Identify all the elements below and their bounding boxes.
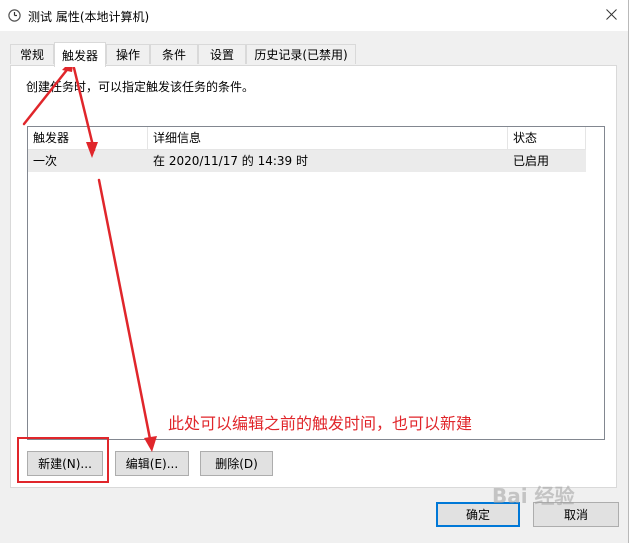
cell-status: 已启用 [513,154,550,168]
column-header-trigger[interactable]: 触发器 [28,127,148,149]
trigger-list[interactable]: 触发器 详细信息 状态 一次 在 2020/11/17 的 14:39 时 已启… [27,126,605,440]
annotation-text: 此处可以编辑之前的触发时间，也可以新建 [168,414,473,433]
column-header-status[interactable]: 状态 [508,127,586,149]
annotation-highlight-box [17,437,109,483]
tab-actions[interactable]: 操作 [106,44,150,64]
watermark-text: Bai 经验 [492,484,575,508]
edit-trigger-button[interactable]: 编辑(E)... [115,451,189,476]
list-header: 触发器 详细信息 状态 [28,127,586,150]
cell-details: 在 2020/11/17 的 14:39 时 [153,154,309,168]
tab-settings[interactable]: 设置 [198,44,246,64]
clock-icon [8,9,21,22]
title-bar: 测试 属性(本地计算机) [0,0,628,31]
panel-description: 创建任务时，可以指定触发该任务的条件。 [26,80,255,94]
properties-dialog: 测试 属性(本地计算机) 常规 触发器 操作 条件 设置 历史记录(已禁用) 创… [0,0,629,543]
window-edge [629,0,634,543]
tab-triggers[interactable]: 触发器 [54,42,106,67]
watermark: Bai 经验 [492,480,575,509]
tab-conditions[interactable]: 条件 [150,44,198,64]
delete-trigger-button[interactable]: 删除(D) [200,451,273,476]
tab-general[interactable]: 常规 [10,44,54,64]
tab-history[interactable]: 历史记录(已禁用) [246,44,356,64]
table-row[interactable]: 一次 在 2020/11/17 的 14:39 时 已启用 [28,150,586,172]
tab-strip: 常规 触发器 操作 条件 设置 历史记录(已禁用) [10,42,610,67]
close-icon [605,8,617,23]
column-header-details[interactable]: 详细信息 [148,127,508,149]
close-button[interactable] [594,0,628,31]
cell-trigger: 一次 [33,154,58,168]
window-title: 测试 属性(本地计算机) [28,10,150,24]
